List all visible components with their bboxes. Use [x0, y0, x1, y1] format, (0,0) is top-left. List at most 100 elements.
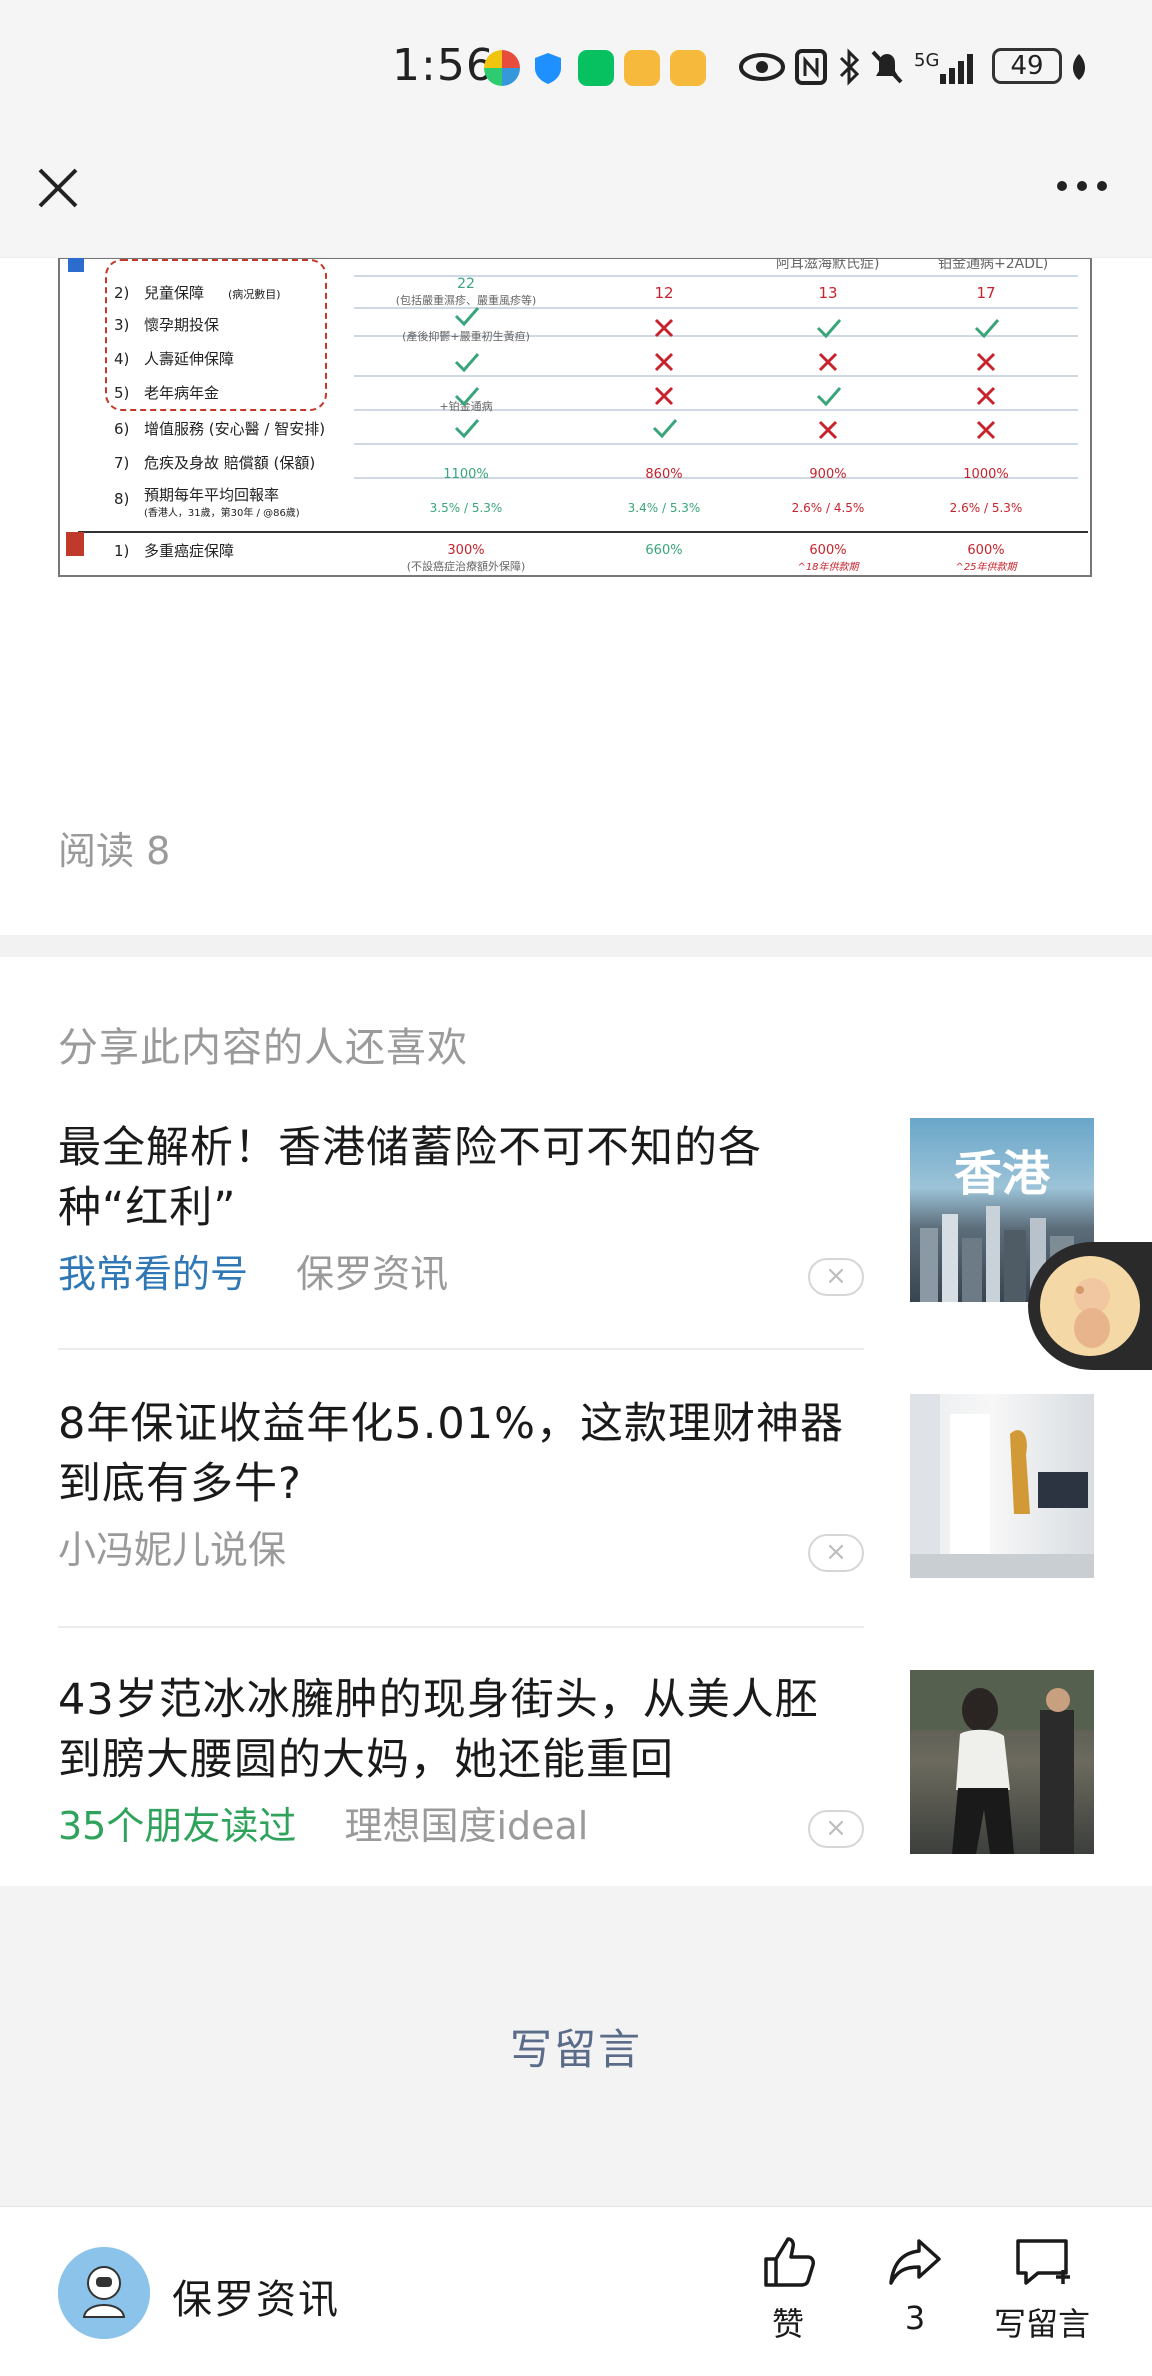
account-avatar[interactable] [58, 2247, 150, 2339]
comparison-table: 阿耳滋海默氏症) 铂金通病+2ADL) 2) 兒童保障 (病况數目) 3) 懷孕… [58, 256, 1092, 577]
cell-value: 2.6% / 5.3% [950, 501, 1023, 515]
eye-icon [739, 53, 785, 81]
cell-value: 22 [457, 276, 475, 292]
cell-value: 3.4% / 5.3% [628, 501, 701, 515]
recommended-article[interactable]: 43岁范冰冰臃肿的现身街头，从美人胚到膀大腰圆的大妈，她还能重回 35个朋友读过… [58, 1670, 1094, 1860]
row-label: 兒童保障 [144, 284, 204, 302]
cell-value: 2.6% / 4.5% [792, 501, 865, 515]
row-num: 3) [114, 316, 129, 334]
table-header-col4: 铂金通病+2ADL) [938, 258, 1048, 272]
row-num: 6) [114, 420, 129, 438]
cell-value: 13 [818, 284, 837, 302]
like-label: 赞 [771, 2305, 804, 2343]
comment-area: 写留言 [0, 1886, 1152, 2206]
row-num: 4) [114, 350, 129, 368]
row-label: 多重癌症保障 [144, 542, 234, 560]
cell-note: (產後抑鬱+嚴重初生黃疸) [402, 329, 530, 343]
recommendations-title: 分享此内容的人还喜欢 [58, 1025, 468, 1071]
dismiss-button[interactable]: × [808, 1534, 864, 1572]
article-title[interactable]: 8年保证收益年化5.01%，这款理财神器到底有多牛? [58, 1394, 858, 1514]
cell-value: 600% [967, 543, 1004, 558]
row-label: 人壽延伸保障 [144, 350, 234, 368]
list-divider [58, 1626, 864, 1628]
floating-player-button[interactable] [1028, 1242, 1152, 1370]
list-divider [58, 1348, 864, 1350]
row-label: 老年病年金 [144, 384, 219, 402]
row-num: 8) [114, 490, 129, 508]
cell-value: 1000% [963, 467, 1008, 482]
cell-note: ^18年供款期 [797, 561, 860, 573]
network-label: 5G [914, 50, 939, 71]
article-meta: 小冯妮儿说保 [58, 1526, 286, 1574]
leaf-icon [1073, 54, 1085, 80]
cell-value: 600% [809, 543, 846, 558]
app-notification-icon [484, 50, 520, 86]
read-count: 阅读 8 [58, 829, 171, 873]
table-header-col3: 阿耳滋海默氏症) [776, 258, 879, 272]
thumbs-down-marker [66, 532, 84, 556]
battery-indicator: 49 [992, 48, 1062, 84]
article-meta: 35个朋友读过 理想国度ideal [58, 1802, 588, 1850]
account-name[interactable]: 保罗资讯 [172, 2267, 340, 2325]
row-num: 7) [114, 454, 129, 472]
nfc-icon [795, 49, 827, 85]
row-label: 危疾及身故 賠償額 (保額) [144, 454, 315, 472]
row-note: (香港人，31歲，第30年 / @86歲) [144, 506, 300, 519]
row-num: 5) [114, 384, 129, 402]
cell-value: 3.5% / 5.3% [430, 501, 503, 515]
write-comment-link[interactable]: 写留言 [0, 2016, 1152, 2077]
status-time: 1:56 [392, 40, 495, 91]
more-options-icon[interactable] [1052, 166, 1112, 206]
cell-value: 300% [447, 543, 484, 558]
article-thumbnail [910, 1670, 1094, 1854]
recommended-article[interactable]: 8年保证收益年化5.01%，这款理财神器到底有多牛? 小冯妮儿说保 × [58, 1394, 1094, 1584]
thumbs-up-icon [764, 2237, 815, 2287]
article-thumbnail [910, 1394, 1094, 1578]
article-comparison-table-image: 阿耳滋海默氏症) 铂金通病+2ADL) 2) 兒童保障 (病况數目) 3) 懷孕… [58, 256, 1092, 578]
cell-value: 1100% [443, 467, 488, 482]
row-note: (病况數目) [228, 287, 281, 301]
cell-value: 860% [645, 467, 682, 482]
row-num: 1) [114, 542, 129, 560]
article-tag: 我常看的号 [58, 1252, 249, 1296]
share-icon [889, 2239, 941, 2285]
cell-note: (包括嚴重濕疹、嚴重風疹等) [396, 293, 537, 307]
dismiss-button[interactable]: × [808, 1258, 864, 1296]
row-num: 2) [114, 284, 129, 302]
thumbs-up-marker [68, 258, 84, 272]
row-label: 增值服務 (安心醫 / 智安排) [144, 420, 325, 438]
like-button[interactable]: 赞 [733, 2233, 843, 2345]
row-label: 懷孕期投保 [144, 316, 219, 334]
floating-avatar-image [1040, 1256, 1140, 1356]
dismiss-button[interactable]: × [808, 1810, 864, 1848]
article-source: 理想国度ideal [344, 1804, 589, 1848]
cell-value: 660% [645, 543, 682, 558]
thumbnail-text: 香港 [954, 1146, 1051, 1202]
share-count: 3 [904, 2299, 926, 2337]
article-title[interactable]: 43岁范冰冰臃肿的现身街头，从美人胚到膀大腰圆的大妈，她还能重回 [58, 1670, 858, 1790]
article-source: 小冯妮儿说保 [58, 1528, 287, 1572]
row-label: 預期每年平均回報率 [144, 486, 279, 504]
status-bar: 1:56 5G 49 [0, 0, 1152, 138]
section-divider [0, 935, 1152, 957]
signal-5g-icon: 5G [914, 50, 973, 84]
cell-value: 12 [654, 284, 673, 302]
shield-icon [535, 53, 561, 84]
share-button[interactable]: 3 [860, 2233, 970, 2337]
wechat-icon [578, 50, 614, 86]
weibo-icon [624, 50, 660, 86]
article-title[interactable]: 最全解析！香港储蓄险不可不知的各种“红利” [58, 1118, 858, 1238]
cell-note: ^25年供款期 [955, 561, 1018, 573]
cell-value: 900% [809, 467, 846, 482]
cell-value: 17 [976, 284, 995, 302]
bluetooth-icon [839, 48, 860, 86]
article-meta: 我常看的号 保罗资讯 [58, 1250, 448, 1298]
bottom-action-bar: 保罗资讯 赞 3 写留言 [0, 2206, 1152, 2376]
weibo-icon [670, 50, 706, 86]
article-header [0, 138, 1152, 258]
close-icon[interactable] [30, 160, 86, 216]
recommended-article[interactable]: 最全解析！香港储蓄险不可不知的各种“红利” 我常看的号 保罗资讯 × 香港 [58, 1118, 1094, 1308]
article-source: 保罗资讯 [296, 1252, 449, 1296]
write-comment-button[interactable]: 写留言 [987, 2233, 1097, 2345]
write-comment-label: 写留言 [993, 2305, 1090, 2343]
